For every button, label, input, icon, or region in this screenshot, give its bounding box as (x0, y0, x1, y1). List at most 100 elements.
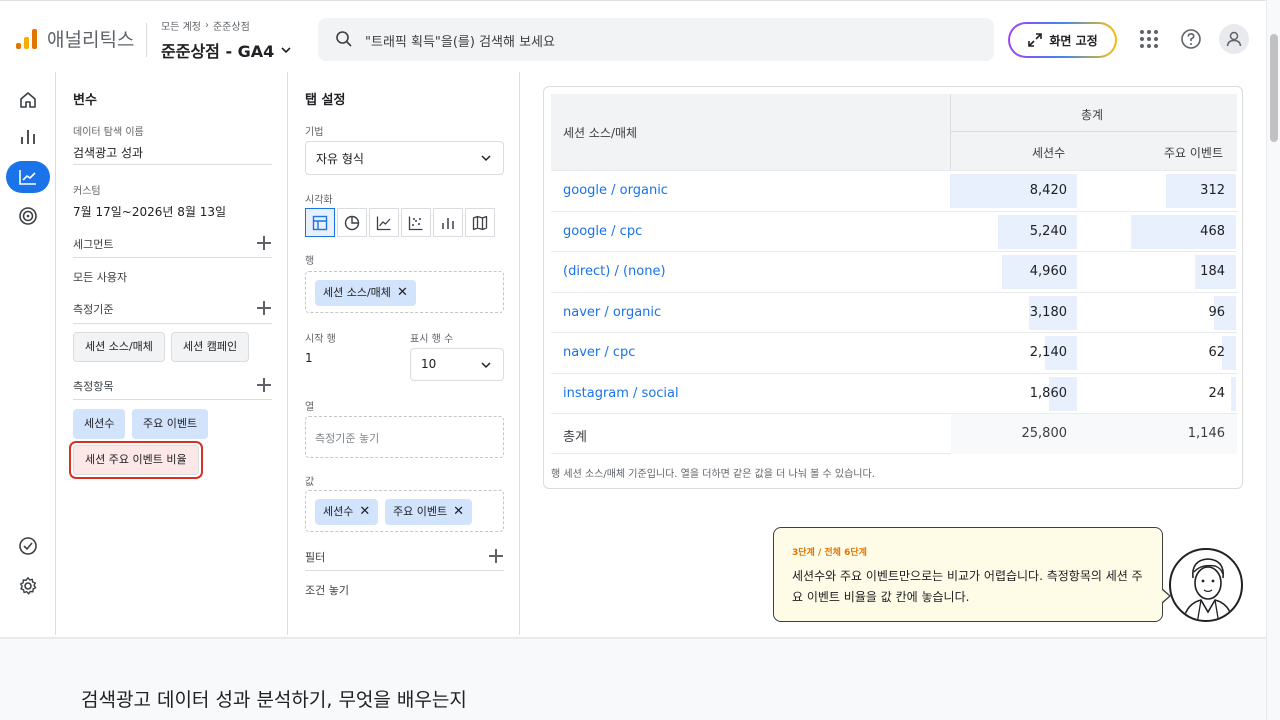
breadcrumb[interactable]: 모든 계정 › 준준상점 (161, 18, 250, 33)
table-icon[interactable] (305, 208, 335, 237)
exploration-table: 세션 소스/매체 총계 세션수 주요 이벤트 google / organic 8… (543, 86, 1243, 489)
values-chip-label: 세션수 (323, 505, 354, 518)
guide-message: 세션수와 주요 이벤트만으로는 비교가 어렵습니다. 측정항목의 세션 주요 이… (792, 569, 1143, 604)
divider (73, 257, 272, 258)
pin-screen-button[interactable]: 화면 고정 (1008, 22, 1117, 58)
technique-value: 자유 형식 (316, 152, 364, 166)
check-circle-icon[interactable] (8, 530, 48, 562)
values-chip[interactable]: 세션수 ✕ (315, 499, 379, 525)
exploration-name-input[interactable]: 검색광고 성과 (73, 144, 143, 161)
section-heading: 검색광고 데이터 성과 분석하기, 무엇을 배우는지 (81, 689, 467, 711)
source-medium-cell[interactable]: naver / organic (563, 305, 661, 320)
add-filter-icon[interactable] (489, 549, 503, 563)
page-scrollbar[interactable] (1266, 0, 1280, 720)
values-chip[interactable]: 주요 이벤트 ✕ (385, 499, 473, 525)
columns-placeholder: 측정기준 놓기 (315, 432, 380, 445)
property-selector[interactable]: 준준상점 - GA4 (161, 38, 292, 62)
metric-chip[interactable]: 세션수 (73, 409, 126, 439)
table-row[interactable]: google / organic 8,420 312 (551, 170, 1237, 211)
analytics-logo-icon[interactable] (16, 29, 38, 49)
pin-screen-label: 화면 고정 (1049, 33, 1098, 48)
segment-value[interactable]: 모든 사용자 (73, 269, 127, 285)
columns-label: 열 (305, 402, 315, 413)
filter-placeholder[interactable]: 조건 놓기 (305, 582, 349, 598)
total-row: 총계 25,800 1,146 (551, 413, 1237, 454)
breadcrumb-child[interactable]: 준준상점 (213, 18, 250, 33)
source-medium-cell[interactable]: instagram / social (563, 386, 679, 401)
apps-grid-icon[interactable] (1137, 27, 1161, 51)
map-icon[interactable] (465, 208, 495, 237)
sessions-cell: 4,960 (1029, 264, 1067, 279)
close-icon[interactable]: ✕ (397, 280, 408, 306)
show-rows-label: 표시 행 수 (410, 334, 454, 345)
key-events-bar (1230, 376, 1236, 411)
line-icon[interactable] (369, 208, 399, 237)
key-events-header[interactable]: 주요 이벤트 (1164, 144, 1223, 161)
source-medium-cell[interactable]: google / organic (563, 183, 668, 198)
key-events-cell: 184 (1200, 264, 1225, 279)
values-chip-label: 주요 이벤트 (393, 505, 448, 518)
dimension-chip[interactable]: 세션 소스/매체 (73, 332, 165, 362)
source-medium-cell[interactable]: google / cpc (563, 224, 642, 239)
table-row[interactable]: (direct) / (none) 4,960 184 (551, 251, 1237, 292)
start-row-input[interactable]: 1 (305, 351, 313, 365)
add-segment-icon[interactable] (257, 236, 271, 250)
table-row[interactable]: naver / cpc 2,140 62 (551, 332, 1237, 373)
bar-icon[interactable] (433, 208, 463, 237)
close-icon[interactable]: ✕ (359, 499, 370, 525)
breadcrumb-parent[interactable]: 모든 계정 (161, 18, 201, 33)
property-name: 준준상점 - GA4 (161, 42, 275, 61)
add-metric-icon[interactable] (257, 378, 271, 392)
dimensions-label: 측정기준 (73, 303, 114, 316)
explore-icon[interactable] (6, 161, 50, 193)
search-bar[interactable]: "트래픽 획득"을(를) 검색해 보세요 (318, 18, 994, 61)
divider (950, 94, 951, 170)
search-placeholder: "트래픽 획득"을(를) 검색해 보세요 (365, 35, 555, 50)
brand-name[interactable]: 애널리틱스 (47, 25, 134, 52)
key-events-cell: 312 (1200, 183, 1225, 198)
rows-chip-label: 세션 소스/매체 (323, 286, 391, 299)
columns-dropzone[interactable]: 측정기준 놓기 (305, 416, 504, 458)
start-row-label: 시작 행 (305, 334, 336, 345)
variables-title: 변수 (73, 93, 97, 108)
sessions-cell: 8,420 (1029, 183, 1067, 198)
close-icon[interactable]: ✕ (453, 499, 464, 525)
divider (73, 164, 272, 165)
source-medium-cell[interactable]: naver / cpc (563, 345, 635, 360)
dimension-chip[interactable]: 세션 캠페인 (171, 332, 250, 362)
account-avatar-icon[interactable] (1219, 24, 1249, 54)
sessions-cell: 2,140 (1029, 345, 1067, 360)
values-dropzone[interactable]: 세션수 ✕ 주요 이벤트 ✕ (305, 490, 504, 532)
dimension-header[interactable]: 세션 소스/매체 (563, 124, 637, 141)
metric-chip[interactable]: 주요 이벤트 (132, 409, 209, 439)
sessions-header[interactable]: 세션수 (1032, 144, 1065, 161)
sessions-cell: 1,860 (1029, 385, 1067, 401)
table-header (551, 94, 1237, 170)
table-footnote: 행 세션 소스/매체 기준입니다. 열을 더하면 같은 값을 더 나눠 볼 수 … (551, 469, 875, 480)
rows-chip[interactable]: 세션 소스/매체 ✕ (315, 280, 416, 306)
home-icon[interactable] (8, 84, 48, 116)
gear-icon[interactable] (8, 570, 48, 602)
show-rows-select[interactable]: 10 (410, 348, 504, 381)
technique-select[interactable]: 자유 형식 (305, 141, 504, 175)
segments-label: 세그먼트 (73, 238, 114, 251)
highlight-ring (69, 441, 203, 479)
table-row[interactable]: google / cpc 5,240 468 (551, 210, 1237, 252)
date-range[interactable]: 7월 17일~2026년 8월 13일 (73, 203, 226, 220)
scrollbar-thumb[interactable] (1270, 34, 1278, 142)
divider (950, 131, 1237, 132)
advertising-icon[interactable] (8, 200, 48, 232)
source-medium-cell[interactable]: (direct) / (none) (563, 264, 666, 279)
help-icon[interactable] (1179, 27, 1203, 51)
donut-icon[interactable] (337, 208, 367, 237)
add-dimension-icon[interactable] (257, 301, 271, 315)
bar-chart-icon[interactable] (8, 121, 48, 153)
table-row[interactable]: naver / organic 3,180 96 (551, 291, 1237, 333)
scatter-icon[interactable] (401, 208, 431, 237)
chevron-right-icon: › (204, 20, 209, 31)
left-nav (0, 72, 56, 635)
key-events-cell: 96 (1208, 304, 1225, 320)
table-row[interactable]: instagram / social 1,860 24 (551, 372, 1237, 414)
expand-icon (1028, 33, 1043, 47)
rows-dropzone[interactable]: 세션 소스/매체 ✕ (305, 271, 504, 313)
